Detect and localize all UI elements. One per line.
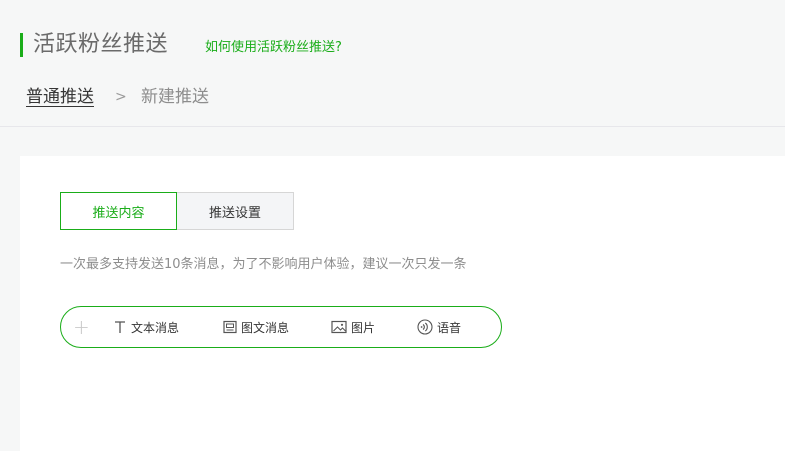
voice-message-button[interactable]: 语音 <box>417 307 461 347</box>
article-message-label: 图文消息 <box>241 320 290 335</box>
editor-panel: 推送内容 推送设置 一次最多支持发送10条消息，为了不影响用户体验，建议一次只发… <box>20 156 785 451</box>
breadcrumb-current: 新建推送 <box>141 87 209 107</box>
voice-message-label: 语音 <box>437 320 462 335</box>
text-message-button[interactable]: 文本消息 <box>113 307 179 347</box>
breadcrumb-separator: > <box>115 89 127 105</box>
page-header: 活跃粉丝推送 如何使用活跃粉丝推送? 普通推送 > 新建推送 <box>0 0 785 127</box>
hint-text: 一次最多支持发送10条消息，为了不影响用户体验，建议一次只发一条 <box>60 257 467 272</box>
article-message-button[interactable]: 图文消息 <box>223 307 289 347</box>
image-icon <box>331 320 347 334</box>
image-message-button[interactable]: 图片 <box>331 307 375 347</box>
voice-icon <box>417 319 433 335</box>
text-icon <box>115 321 125 333</box>
page-title: 活跃粉丝推送 <box>33 32 169 57</box>
tab-push-settings[interactable]: 推送设置 <box>177 192 294 230</box>
title-accent-bar <box>20 33 23 57</box>
tab-group: 推送内容 推送设置 <box>60 192 294 230</box>
breadcrumb-home-link[interactable]: 普通推送 <box>26 85 94 109</box>
image-message-label: 图片 <box>351 320 376 335</box>
tab-push-content[interactable]: 推送内容 <box>60 192 177 230</box>
add-icon[interactable]: + <box>73 307 90 347</box>
help-link[interactable]: 如何使用活跃粉丝推送? <box>205 38 342 58</box>
article-icon <box>223 320 237 334</box>
message-type-toolbar: + 文本消息 图文消息 图片 语音 <box>60 306 502 348</box>
text-message-label: 文本消息 <box>131 320 180 335</box>
